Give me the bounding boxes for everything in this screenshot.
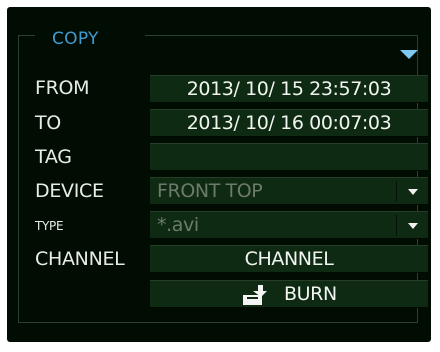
channel-button-label: CHANNEL [244, 248, 334, 270]
copy-panel: COPY FROM 2013/ 10/ 15 23:57:03 TO 2013/… [7, 7, 431, 342]
from-datetime-value: 2013/ 10/ 15 23:57:03 [186, 78, 392, 100]
burn-button[interactable]: BURN [150, 280, 428, 308]
to-datetime-field[interactable]: 2013/ 10/ 16 00:07:03 [150, 109, 428, 137]
device-select[interactable]: FRONT TOP [150, 177, 428, 205]
panel-title: COPY [52, 29, 99, 49]
to-datetime-value: 2013/ 10/ 16 00:07:03 [186, 112, 392, 134]
type-dropdown-icon[interactable] [408, 223, 418, 229]
from-label: FROM [35, 77, 90, 99]
type-select[interactable]: *.avi [150, 211, 428, 239]
device-dropdown-icon[interactable] [408, 189, 418, 195]
to-label: TO [35, 112, 61, 134]
channel-button[interactable]: CHANNEL [150, 245, 428, 273]
channel-label: CHANNEL [35, 248, 125, 270]
type-value: *.avi [157, 214, 199, 236]
device-label: DEVICE [35, 180, 104, 202]
from-datetime-field[interactable]: 2013/ 10/ 15 23:57:03 [150, 75, 428, 103]
type-label: TYPE [35, 219, 64, 233]
burn-button-label: BURN [284, 283, 337, 305]
device-value: FRONT TOP [157, 180, 263, 202]
device-divider [396, 181, 397, 202]
tag-field[interactable] [150, 143, 428, 171]
type-divider [396, 215, 397, 236]
tag-label: TAG [35, 146, 72, 168]
collapse-arrow-icon[interactable] [400, 50, 418, 59]
burn-icon [243, 285, 267, 305]
